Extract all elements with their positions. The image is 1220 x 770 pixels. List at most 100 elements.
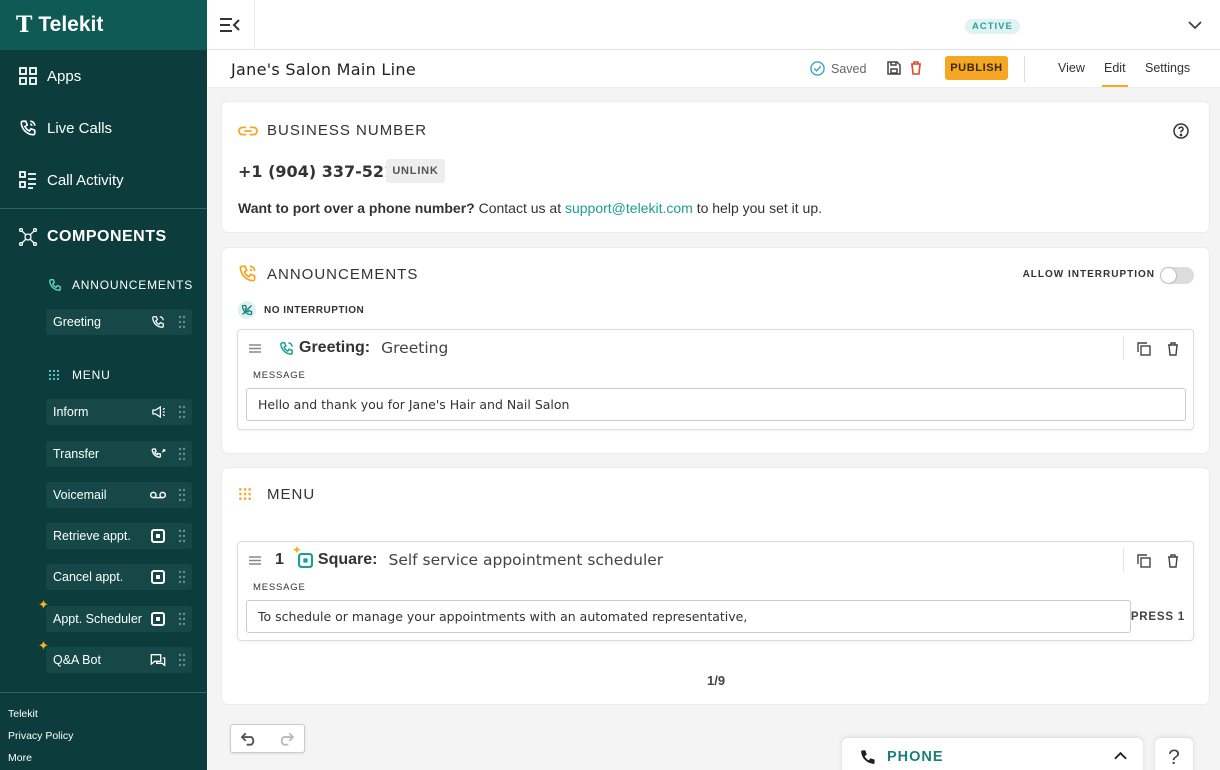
chat-bubbles-icon bbox=[150, 652, 166, 668]
drag-handle-icon[interactable] bbox=[178, 488, 186, 502]
port-number-text: Want to port over a phone number? Contac… bbox=[238, 200, 822, 216]
tab-edit[interactable]: Edit bbox=[1104, 61, 1126, 75]
allow-interruption-label: ALLOW INTERRUPTION bbox=[1022, 269, 1155, 280]
menu-pager: 1/9 bbox=[707, 673, 726, 688]
keypad-icon bbox=[239, 488, 251, 500]
drag-handle-icon[interactable] bbox=[178, 612, 186, 626]
greeting-block: Greeting: Greeting MESSAGE Hello and tha… bbox=[237, 329, 1194, 430]
component-chip-transfer[interactable]: Transfer bbox=[46, 441, 192, 467]
nav-live-calls-label: Live Calls bbox=[47, 119, 113, 137]
undo-redo-group bbox=[230, 724, 305, 753]
component-chip-qa-bot[interactable]: ✦ Q&A Bot bbox=[38, 638, 192, 673]
header-separator bbox=[1123, 548, 1124, 572]
footer-link-more[interactable]: More bbox=[8, 747, 73, 769]
drag-handle-icon[interactable] bbox=[178, 315, 186, 329]
square-logo-icon bbox=[150, 611, 166, 627]
component-chip-cancel-appt[interactable]: Cancel appt. bbox=[46, 564, 192, 590]
message-label: MESSAGE bbox=[253, 582, 306, 593]
nav-call-activity[interactable]: Call Activity bbox=[0, 154, 207, 206]
business-phone-number: +1 (904) 337-5218 bbox=[238, 162, 407, 181]
delete-icon[interactable] bbox=[1167, 554, 1179, 568]
footer-link-privacy[interactable]: Privacy Policy bbox=[8, 725, 73, 747]
nav-apps-label: Apps bbox=[47, 67, 82, 85]
sparkle-icon: ✦ bbox=[291, 542, 302, 557]
greeting-title: Greeting: Greeting bbox=[279, 339, 448, 357]
drag-handle-icon[interactable] bbox=[249, 344, 261, 353]
unlink-button[interactable]: UNLINK bbox=[386, 159, 445, 183]
drag-handle-icon[interactable] bbox=[178, 405, 186, 419]
component-chip-voicemail[interactable]: Voicemail bbox=[46, 482, 192, 508]
allow-interruption-toggle[interactable] bbox=[1160, 267, 1194, 284]
greeting-type-label: Greeting: bbox=[299, 339, 371, 356]
subheader-separator bbox=[1024, 56, 1025, 82]
saved-label: Saved bbox=[831, 61, 867, 76]
card-title: MENU bbox=[267, 486, 316, 503]
menu-card: MENU 1 ✦ Square: Self service appointmen… bbox=[222, 468, 1209, 704]
menu-option-name[interactable]: Self service appointment scheduler bbox=[388, 551, 663, 569]
megaphone-icon bbox=[150, 404, 166, 420]
no-interruption-icon bbox=[238, 301, 256, 319]
chip-label: Cancel appt. bbox=[53, 570, 124, 584]
chevron-up-icon[interactable] bbox=[1114, 751, 1127, 760]
header-separator bbox=[1123, 336, 1124, 360]
help-circle-icon[interactable] bbox=[1173, 123, 1189, 139]
collapse-menu-icon[interactable] bbox=[219, 16, 241, 34]
drag-handle-icon[interactable] bbox=[178, 570, 186, 584]
component-chip-retrieve-appt[interactable]: Retrieve appt. bbox=[46, 523, 192, 549]
support-email-link[interactable]: support@telekit.com bbox=[565, 200, 693, 216]
active-tab-indicator bbox=[1102, 85, 1128, 87]
component-chip-inform[interactable]: Inform bbox=[46, 399, 192, 425]
drag-handle-icon[interactable] bbox=[178, 653, 186, 667]
no-interruption-label: NO INTERRUPTION bbox=[264, 304, 365, 316]
topbar-separator bbox=[254, 0, 255, 50]
card-title: BUSINESS NUMBER bbox=[267, 122, 428, 139]
save-icon[interactable] bbox=[887, 61, 901, 75]
chevron-down-icon[interactable] bbox=[1188, 20, 1202, 30]
phone-voice-icon bbox=[150, 314, 166, 330]
press-key-label: PRESS 1 bbox=[1130, 611, 1185, 623]
copy-icon[interactable] bbox=[1137, 342, 1151, 356]
link-icon bbox=[238, 126, 258, 136]
port-question: Want to port over a phone number? bbox=[238, 200, 475, 216]
greeting-name[interactable]: Greeting bbox=[381, 339, 448, 357]
sidebar: T Telekit Apps Live Calls Call Activity … bbox=[0, 0, 207, 770]
delete-icon[interactable] bbox=[1167, 342, 1179, 356]
publish-button[interactable]: PUBLISH bbox=[945, 56, 1008, 80]
card-title: ANNOUNCEMENTS bbox=[267, 266, 419, 283]
phone-widget-label: PHONE bbox=[887, 749, 944, 765]
chip-label: Inform bbox=[53, 405, 89, 419]
nav-live-calls[interactable]: Live Calls bbox=[0, 102, 207, 154]
menu-option-type-label: Square: bbox=[317, 551, 378, 568]
menu-group-label: MENU bbox=[72, 368, 111, 382]
drag-handle-icon[interactable] bbox=[178, 529, 186, 543]
footer-link-telekit[interactable]: Telekit bbox=[8, 703, 73, 725]
menu-group: MENU bbox=[0, 360, 111, 390]
announcements-group: ANNOUNCEMENTS bbox=[0, 270, 193, 300]
keypad-icon bbox=[48, 369, 64, 381]
copy-icon[interactable] bbox=[1137, 554, 1151, 568]
phone-widget[interactable]: PHONE bbox=[842, 738, 1143, 770]
menu-option-number: 1 bbox=[275, 551, 284, 568]
drag-handle-icon[interactable] bbox=[178, 447, 186, 461]
app-logo[interactable]: T Telekit bbox=[0, 0, 207, 50]
delete-icon[interactable] bbox=[910, 61, 922, 75]
chip-label: Voicemail bbox=[53, 488, 107, 502]
redo-icon[interactable] bbox=[277, 732, 294, 746]
menu-option-message-input[interactable]: To schedule or manage your appointments … bbox=[246, 600, 1131, 633]
tab-settings[interactable]: Settings bbox=[1145, 61, 1190, 75]
undo-icon[interactable] bbox=[241, 732, 258, 746]
footer-divider bbox=[0, 692, 207, 693]
nav-apps[interactable]: Apps bbox=[0, 50, 207, 102]
announcements-group-label: ANNOUNCEMENTS bbox=[72, 278, 194, 292]
menu-option-block: 1 ✦ Square: Self service appointment sch… bbox=[237, 541, 1194, 641]
chip-label: Transfer bbox=[53, 447, 100, 461]
drag-handle-icon[interactable] bbox=[249, 556, 261, 565]
sparkle-icon: ✦ bbox=[38, 597, 49, 612]
transfer-icon bbox=[150, 446, 166, 462]
component-chip-greeting[interactable]: Greeting bbox=[46, 309, 192, 335]
help-button[interactable]: ? bbox=[1155, 738, 1193, 770]
tab-view[interactable]: View bbox=[1058, 61, 1085, 75]
component-chip-appt-scheduler[interactable]: ✦ Appt. Scheduler bbox=[38, 597, 192, 632]
voicemail-icon bbox=[150, 487, 166, 503]
greeting-message-input[interactable]: Hello and thank you for Jane's Hair and … bbox=[246, 388, 1186, 421]
